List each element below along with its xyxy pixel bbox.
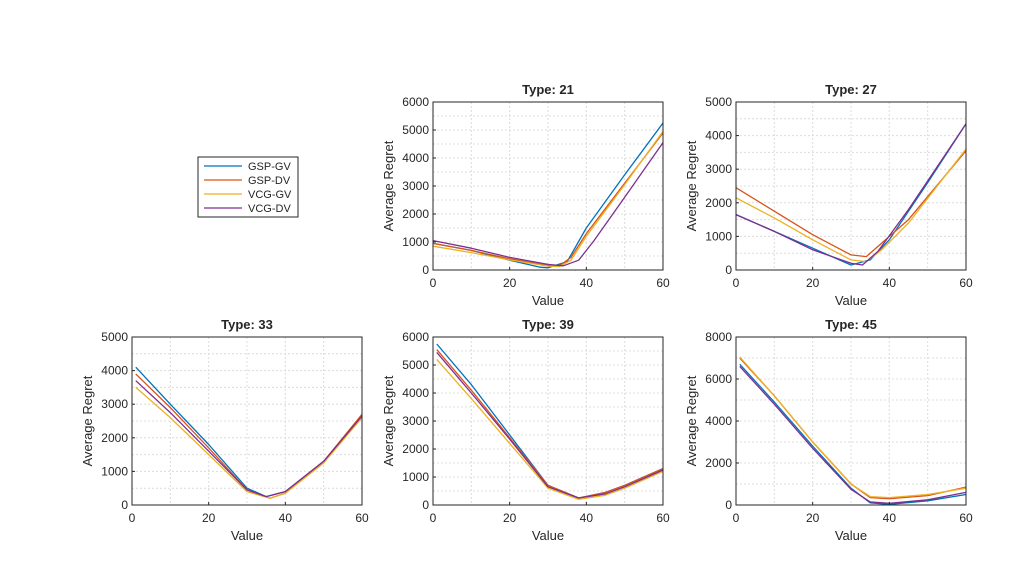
- x-axis-label: Value: [231, 528, 263, 543]
- legend-label: VCG-DV: [248, 203, 291, 215]
- y-tick-label: 2000: [402, 442, 429, 456]
- chart-title: Type: 45: [825, 317, 877, 332]
- legend-label: GSP-DV: [248, 175, 291, 187]
- x-tick-label: 20: [806, 276, 820, 290]
- y-tick-label: 5000: [402, 123, 429, 137]
- x-tick-label: 20: [503, 511, 517, 525]
- y-tick-label: 2000: [402, 207, 429, 221]
- x-tick-label: 0: [430, 511, 437, 525]
- y-tick-label: 5000: [101, 330, 128, 344]
- chart-panel: 0 20 40 60 0 1000 2000 3000 4000 5000 6000 Type: 39…: [381, 317, 670, 543]
- x-tick-label: 40: [580, 511, 594, 525]
- x-tick-label: 60: [959, 511, 973, 525]
- x-tick-label: 40: [580, 276, 594, 290]
- x-tick-label: 20: [806, 511, 820, 525]
- y-tick-label: 1000: [705, 229, 732, 243]
- x-tick-label: 0: [129, 511, 136, 525]
- y-tick-label: 5000: [402, 358, 429, 372]
- y-tick-label: 0: [725, 263, 732, 277]
- x-tick-label: 60: [656, 511, 670, 525]
- y-axis-label: Average Regret: [80, 375, 95, 466]
- y-tick-label: 3000: [705, 162, 732, 176]
- x-tick-label: 0: [430, 276, 437, 290]
- y-axis-label: Average Regret: [381, 375, 396, 466]
- y-tick-label: 1000: [402, 235, 429, 249]
- y-axis-label: Average Regret: [684, 375, 699, 466]
- y-tick-label: 2000: [705, 456, 732, 470]
- y-tick-label: 0: [121, 498, 128, 512]
- y-tick-label: 6000: [402, 95, 429, 109]
- x-tick-label: 40: [883, 276, 897, 290]
- y-tick-label: 1000: [402, 470, 429, 484]
- y-tick-label: 5000: [705, 95, 732, 109]
- chart-panel: 0 20 40 60 0 2000 4000 6000 8000 Type: 45 Value Ave…: [684, 317, 973, 543]
- figure-canvas: GSP-GVGSP-DVVCG-GVVCG-DV 0 20 40 6001000200…: [80, 82, 973, 543]
- y-tick-label: 0: [725, 498, 732, 512]
- chart-title: Type: 39: [522, 317, 574, 332]
- x-tick-label: 20: [503, 276, 517, 290]
- y-tick-label: 0: [422, 263, 429, 277]
- x-axis-label: Value: [532, 528, 564, 543]
- y-tick-label: 4000: [705, 414, 732, 428]
- y-tick-label: 8000: [705, 330, 732, 344]
- x-axis-label: Value: [532, 293, 564, 308]
- x-tick-label: 60: [656, 276, 670, 290]
- chart-title: Type: 27: [825, 82, 877, 97]
- y-tick-label: 1000: [101, 464, 128, 478]
- legend-label: VCG-GV: [248, 189, 292, 201]
- y-tick-label: 4000: [402, 151, 429, 165]
- legend-label: GSP-GV: [248, 161, 291, 173]
- y-tick-label: 3000: [402, 179, 429, 193]
- x-tick-label: 40: [279, 511, 293, 525]
- x-tick-label: 60: [959, 276, 973, 290]
- y-tick-label: 3000: [101, 397, 128, 411]
- y-tick-label: 2000: [101, 431, 128, 445]
- y-axis-label: Average Regret: [684, 140, 699, 231]
- x-axis-label: Value: [835, 293, 867, 308]
- legend: GSP-GV GSP-DV VCG-GV VCG-DV: [197, 156, 299, 218]
- y-axis-label: Average Regret: [381, 140, 396, 231]
- y-tick-label: 6000: [705, 372, 732, 386]
- chart-panel: 0 20 40 60 0 1000 2000 3000 4000 5000 Type: 33 Valu…: [80, 317, 369, 543]
- y-tick-label: 3000: [402, 414, 429, 428]
- x-axis-label: Value: [835, 528, 867, 543]
- chart-panel: 0 20 40 60 0 1000 2000 3000 4000 5000 6000 Type: 21…: [381, 82, 670, 308]
- chart-panel: 0 20 40 60 0 1000 2000 3000 4000 5000 Type: 27 Valu…: [684, 82, 973, 308]
- x-tick-label: 60: [355, 511, 369, 525]
- x-tick-label: 0: [733, 276, 740, 290]
- y-tick-label: 0: [422, 498, 429, 512]
- chart-title: Type: 33: [221, 317, 273, 332]
- y-tick-label: 4000: [402, 386, 429, 400]
- x-tick-label: 0: [733, 511, 740, 525]
- x-tick-label: 40: [883, 511, 897, 525]
- y-tick-label: 2000: [705, 196, 732, 210]
- y-tick-label: 4000: [705, 129, 732, 143]
- y-tick-label: 4000: [101, 364, 128, 378]
- chart-title: Type: 21: [522, 82, 574, 97]
- y-tick-label: 6000: [402, 330, 429, 344]
- x-tick-label: 20: [202, 511, 216, 525]
